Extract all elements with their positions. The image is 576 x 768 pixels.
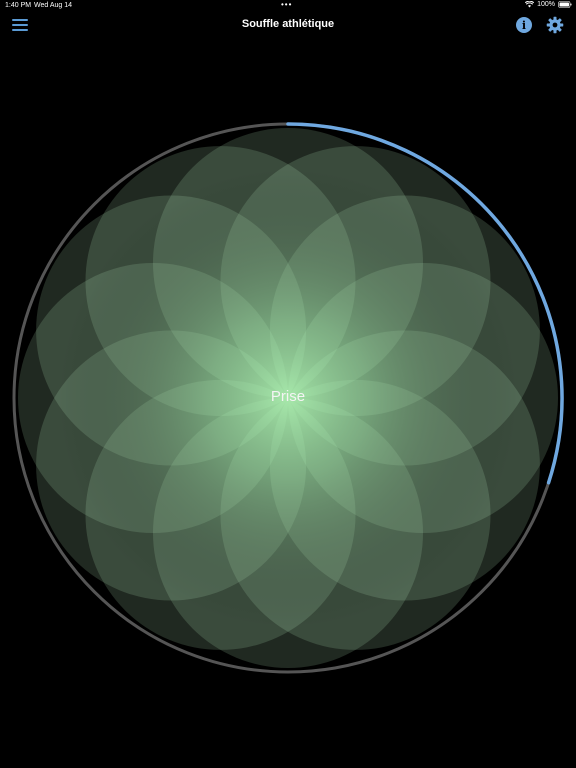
- page-title: Souffle athlétique: [241, 18, 335, 30]
- status-date: Wed Aug 14: [34, 2, 73, 9]
- gear-icon: [546, 16, 564, 34]
- status-indicators: 100%: [525, 1, 572, 8]
- multitasking-dots[interactable]: •••: [281, 0, 292, 9]
- status-bar: 1:40 PM Wed Aug 14 ••• 100%: [0, 0, 576, 12]
- app-screen: 1:40 PM Wed Aug 14 ••• 100% Souffle athl…: [0, 0, 576, 768]
- battery-percent: 100%: [537, 1, 555, 8]
- wifi-icon: [525, 1, 535, 8]
- status-time: 1:40 PM: [5, 2, 32, 9]
- navigation-bar: Souffle athlétique i: [0, 12, 576, 40]
- battery-icon: [558, 1, 572, 8]
- settings-button[interactable]: [546, 16, 564, 34]
- breath-phase-label: Prise: [270, 388, 306, 405]
- info-button[interactable]: i: [516, 17, 532, 33]
- info-icon: i: [521, 18, 527, 32]
